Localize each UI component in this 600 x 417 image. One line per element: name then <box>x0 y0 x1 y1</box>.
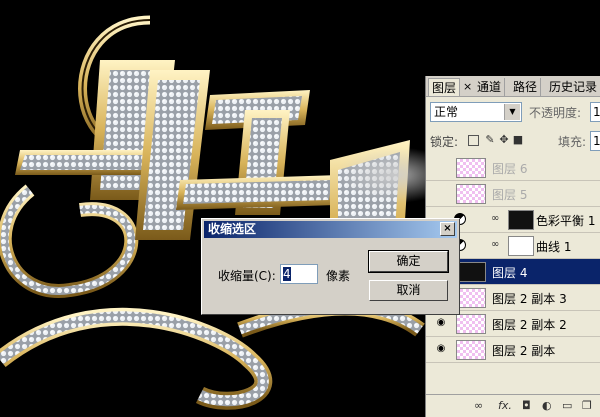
dialog-title-bar[interactable]: 收缩选区 × <box>204 221 457 238</box>
tab-channels[interactable]: 通道 <box>474 78 506 96</box>
shrink-amount-value: 4 <box>283 267 291 281</box>
layer-name: 图层 5 <box>492 188 528 202</box>
layer-row[interactable]: ◉ 图层 2 副本 <box>426 337 600 363</box>
fx-icon[interactable]: fx. <box>498 399 512 412</box>
layer-name: 图层 2 副本 <box>492 344 556 358</box>
diamond-text-art <box>0 15 455 410</box>
lock-all-icon[interactable]: ■ <box>512 134 524 146</box>
close-icon[interactable]: × <box>440 222 455 236</box>
lock-pixels-icon[interactable]: ✎ <box>484 134 496 146</box>
layer-thumbnail <box>456 184 486 204</box>
layer-name: 图层 6 <box>492 162 528 176</box>
opacity-label: 不透明度: <box>529 106 582 120</box>
new-layer-icon[interactable]: ❐ <box>582 399 592 412</box>
layer-name: 图层 2 副本 2 <box>492 318 567 332</box>
blend-mode-value: 正常 <box>434 105 459 119</box>
visibility-eye-icon[interactable]: ◉ <box>434 317 448 329</box>
link-icon: ∞ <box>491 213 500 224</box>
layer-thumbnail <box>456 262 486 282</box>
layer-mask-thumbnail[interactable] <box>508 210 534 230</box>
contract-selection-dialog: 收缩选区 × 收缩量(C): 4 像素 确定 取消 <box>201 218 460 315</box>
layer-row[interactable]: 图层 5 <box>426 181 600 207</box>
shrink-amount-label: 收缩量(C): <box>218 269 276 283</box>
lock-row: 锁定: ✎ ✥ ■ 填充: 10 <box>430 131 600 151</box>
shrink-amount-input[interactable]: 4 <box>280 264 318 284</box>
tab-close-icon[interactable]: × <box>460 78 475 96</box>
layer-thumbnail <box>456 158 486 178</box>
mask-icon[interactable]: ◘ <box>522 399 531 412</box>
link-icon: ∞ <box>491 239 500 250</box>
panel-bottom-toolbar: ∞ fx. ◘ ◐ ▭ ❐ <box>426 394 600 417</box>
folder-icon[interactable]: ▭ <box>562 399 572 412</box>
dialog-title: 收缩选区 <box>208 222 257 236</box>
layer-thumbnail <box>456 288 486 308</box>
layer-name: 图层 4 <box>492 266 528 280</box>
ok-button[interactable]: 确定 <box>368 250 449 273</box>
fill-input[interactable]: 10 <box>590 131 600 151</box>
chevron-down-icon: ▼ <box>504 104 520 120</box>
adjustment-icon[interactable]: ◐ <box>542 399 552 412</box>
layer-name: 曲线 1 <box>536 240 572 254</box>
blend-mode-select[interactable]: 正常 ▼ <box>430 102 522 122</box>
layer-row[interactable]: 图层 6 <box>426 155 600 181</box>
layer-thumbnail <box>456 340 486 360</box>
layer-thumbnail <box>456 314 486 334</box>
blend-row: 正常 ▼ 不透明度: 10 <box>430 102 600 124</box>
layer-mask-thumbnail[interactable] <box>508 236 534 256</box>
cancel-button[interactable]: 取消 <box>369 280 448 301</box>
visibility-eye-icon[interactable] <box>434 187 448 199</box>
lock-transparency-icon[interactable] <box>468 135 479 146</box>
opacity-input[interactable]: 10 <box>590 102 600 122</box>
lock-label: 锁定: <box>430 135 459 149</box>
fill-label: 填充: <box>558 135 587 149</box>
lock-position-icon[interactable]: ✥ <box>498 134 510 146</box>
layer-name: 色彩平衡 1 <box>536 214 596 228</box>
tab-paths[interactable]: 路径 <box>510 78 542 96</box>
link-layers-icon[interactable]: ∞ <box>474 399 483 412</box>
tab-layers[interactable]: 图层 <box>428 78 461 96</box>
visibility-eye-icon[interactable] <box>434 161 448 173</box>
panel-tab-bar: 图层 × 通道 路径 历史记录 <box>426 76 600 97</box>
unit-label: 像素 <box>326 269 351 283</box>
tab-history[interactable]: 历史记录 <box>546 78 600 96</box>
visibility-eye-icon[interactable]: ◉ <box>434 343 448 355</box>
layer-name: 图层 2 副本 3 <box>492 292 567 306</box>
